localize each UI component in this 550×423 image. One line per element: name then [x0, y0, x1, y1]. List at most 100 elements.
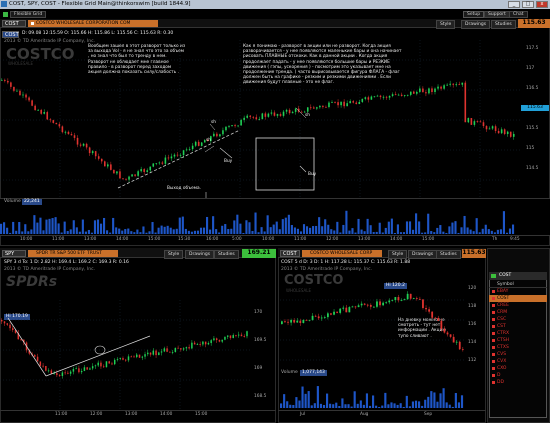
candle: [243, 117, 245, 120]
candle: [176, 154, 179, 156]
volume-bar: [221, 225, 224, 234]
grid-icon[interactable]: [3, 12, 8, 17]
watchlist-row[interactable]: CVS: [489, 351, 547, 358]
volume-bar: [260, 227, 263, 234]
maximize-button[interactable]: □: [522, 1, 534, 8]
candle: [94, 365, 97, 367]
time-tick: 10:00: [262, 237, 275, 242]
volume-bar: [418, 221, 421, 234]
watchlist-row[interactable]: CRM: [489, 309, 547, 316]
watchlist-row[interactable]: CST: [489, 323, 547, 330]
volume-bar: [251, 230, 254, 234]
volume-bar: [322, 404, 326, 408]
volume-bar: [118, 228, 121, 234]
time-tick: 13:00: [84, 237, 97, 242]
watchlist-header[interactable]: Symbol: [489, 281, 547, 288]
volume-bar: [106, 230, 109, 234]
watchlist-row[interactable]: CVX: [489, 358, 547, 365]
cost-daily-style-button[interactable]: Style: [388, 250, 408, 259]
volume-bar: [296, 228, 300, 234]
watchlist-row[interactable]: CSC: [489, 316, 547, 323]
minimize-button[interactable]: _: [508, 1, 520, 8]
volume-bar: [327, 224, 330, 234]
top-symbol-input[interactable]: COST: [2, 20, 26, 27]
close-button[interactable]: x: [536, 1, 548, 8]
candle: [100, 362, 102, 367]
candle: [10, 82, 12, 87]
candle: [440, 86, 442, 89]
time-tick: 16:00: [206, 237, 219, 242]
watchlist-row[interactable]: EBAY: [489, 288, 547, 295]
volume-bar: [412, 229, 415, 234]
setup-button[interactable]: Setup: [463, 11, 485, 18]
candle: [113, 359, 116, 365]
top-studies-button[interactable]: Studies: [491, 20, 516, 29]
candle: [284, 321, 286, 323]
volume-bar: [266, 215, 269, 234]
candle: [158, 162, 161, 164]
top-drawings-button[interactable]: Drawings: [461, 20, 491, 29]
buy-arrow-2: [299, 165, 307, 173]
volume-bar: [178, 217, 181, 234]
volume-bar: [275, 221, 278, 234]
watchlist-row[interactable]: CTXS: [489, 344, 547, 351]
candle: [213, 338, 215, 341]
watchlist-row[interactable]: CTRX: [489, 330, 547, 337]
watchlist-symbol: CREE: [497, 303, 509, 308]
watchlist-row[interactable]: COST: [489, 295, 547, 302]
candle: [78, 368, 80, 373]
watchlist-row[interactable]: D: [489, 372, 547, 379]
watchlist-row[interactable]: CREE: [489, 302, 547, 309]
candle: [46, 112, 49, 120]
candle: [485, 126, 488, 130]
candle: [237, 125, 239, 127]
chat-button[interactable]: Chat: [509, 11, 528, 18]
candle: [191, 342, 193, 349]
candle: [235, 335, 237, 336]
spy-style-button[interactable]: Style: [164, 250, 184, 259]
candle: [285, 109, 288, 112]
row-status-icon: [492, 339, 495, 342]
candle: [19, 90, 21, 96]
volume-note: Выход объема.: [167, 186, 202, 191]
candle: [428, 309, 430, 312]
cost-daily-symbol-input[interactable]: COST: [280, 250, 300, 257]
row-status-icon: [492, 325, 495, 328]
candle: [116, 171, 118, 174]
watchlist-title[interactable]: COST: [489, 272, 547, 280]
volume-bar: [348, 230, 351, 234]
volume-bar: [405, 221, 409, 234]
candle: [219, 134, 221, 137]
candle: [1, 79, 3, 81]
volume-bar: [245, 220, 248, 234]
volume-bar: [442, 231, 445, 234]
volume-bar: [387, 404, 390, 408]
candle: [31, 100, 33, 106]
spy-studies-button[interactable]: Studies: [214, 250, 239, 259]
tab-flexible-grid[interactable]: Flexible Grid: [10, 11, 47, 18]
time-tick: 15:00: [195, 412, 208, 417]
volume-bar: [478, 232, 481, 234]
candle: [348, 307, 351, 313]
candle: [199, 344, 201, 345]
candle: [369, 304, 372, 307]
watchlist-row[interactable]: CTSH: [489, 337, 547, 344]
candle: [431, 311, 434, 318]
row-status-icon: [492, 367, 495, 370]
top-price-axis: 117.5 117 116.5 116 115.5 115 114.5: [521, 40, 550, 190]
top-style-button[interactable]: Style: [436, 20, 456, 29]
cost-daily-drawings-button[interactable]: Drawings: [408, 250, 438, 259]
volume-bar: [75, 227, 78, 234]
support-button[interactable]: Support: [484, 11, 510, 18]
spy-symbol-input[interactable]: SPY: [2, 250, 26, 257]
spy-drawings-button[interactable]: Drawings: [185, 250, 215, 259]
candle: [400, 94, 403, 96]
watchlist-row[interactable]: DD: [489, 379, 547, 386]
watchlist-link-icon[interactable]: [491, 274, 496, 278]
volume-bar: [302, 224, 306, 234]
time-tick: Aug: [360, 412, 369, 417]
candle: [237, 334, 240, 336]
watchlist-row[interactable]: CXO: [489, 365, 547, 372]
candle: [91, 366, 94, 369]
cost-daily-studies-button[interactable]: Studies: [436, 250, 461, 259]
